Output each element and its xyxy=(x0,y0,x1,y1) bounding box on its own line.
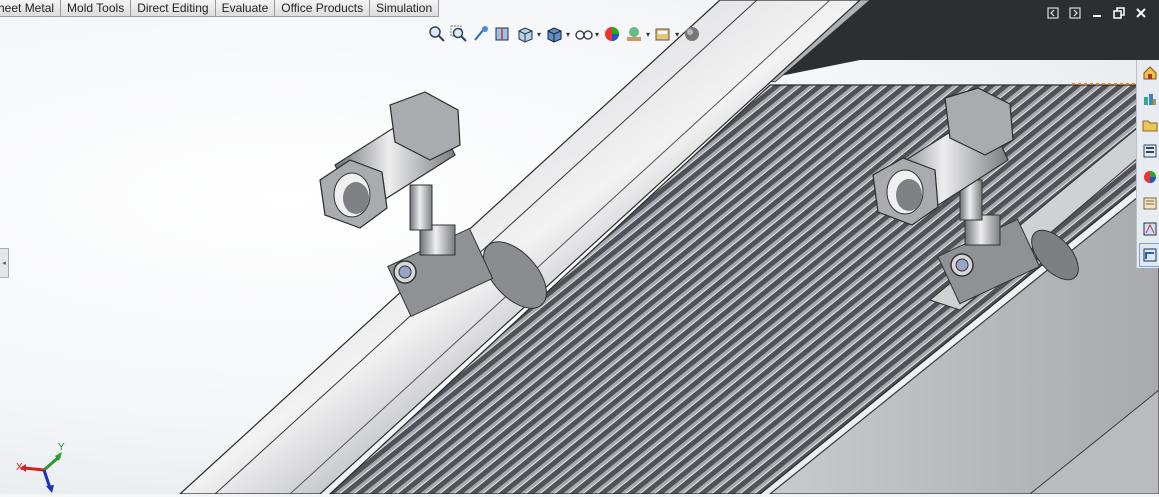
tee-fitting-left[interactable] xyxy=(319,91,494,318)
previous-view-icon[interactable] xyxy=(472,25,490,43)
design-library-icon[interactable] xyxy=(1139,113,1159,137)
custom-properties-icon[interactable] xyxy=(1139,191,1159,215)
apply-scene-icon[interactable]: ▾ xyxy=(625,25,650,43)
tile-left-icon[interactable] xyxy=(1045,5,1061,21)
x-axis-label: X xyxy=(16,462,23,473)
file-explorer-icon[interactable] xyxy=(1139,139,1159,163)
document-window-controls xyxy=(1045,5,1149,21)
zoom-to-area-icon[interactable] xyxy=(450,25,468,43)
edit-appearance-icon[interactable] xyxy=(603,25,621,43)
view-settings-icon[interactable]: ▾ xyxy=(654,25,679,43)
tile-right-icon[interactable] xyxy=(1067,5,1083,21)
chevron-icon: ◂ xyxy=(2,260,6,267)
panel-collapse-handle[interactable]: ◂ xyxy=(0,248,9,278)
tab-simulation[interactable]: Simulation xyxy=(370,0,440,17)
zoom-to-fit-icon[interactable] xyxy=(428,25,446,43)
y-axis-label: Y xyxy=(58,442,65,453)
tab-mold-tools[interactable]: Mold Tools xyxy=(61,0,132,17)
view-orientation-icon[interactable]: ▾ xyxy=(516,25,541,43)
realview-icon[interactable] xyxy=(683,25,701,43)
tab-direct-editing[interactable]: Direct Editing xyxy=(131,0,216,17)
resources-icon[interactable] xyxy=(1139,87,1159,111)
tab-evaluate[interactable]: Evaluate xyxy=(215,0,276,17)
section-view-icon[interactable] xyxy=(494,25,512,43)
task-pane-tabs xyxy=(1136,60,1159,268)
minimize-icon[interactable] xyxy=(1089,5,1105,21)
close-icon[interactable] xyxy=(1133,5,1149,21)
hide-show-items-icon[interactable]: ▾ xyxy=(574,25,599,43)
view-palette-icon[interactable] xyxy=(1139,217,1159,241)
tab-office-products[interactable]: Office Products xyxy=(275,0,371,17)
home-icon[interactable] xyxy=(1139,61,1159,85)
reference-triad: X Y xyxy=(12,440,72,494)
appearances-icon[interactable] xyxy=(1139,165,1159,189)
command-manager-tabs: heet Metal Mold Tools Direct Editing Eva… xyxy=(0,0,440,17)
restore-icon[interactable] xyxy=(1111,5,1127,21)
heads-up-view-toolbar: ▾ ▾ ▾ ▾ ▾ xyxy=(428,25,701,43)
routing-library-icon[interactable] xyxy=(1139,243,1159,267)
tab-sheet-metal[interactable]: heet Metal xyxy=(0,0,62,17)
graphics-area[interactable] xyxy=(0,0,1159,494)
display-style-icon[interactable]: ▾ xyxy=(545,25,570,43)
model-view[interactable] xyxy=(0,0,1159,494)
